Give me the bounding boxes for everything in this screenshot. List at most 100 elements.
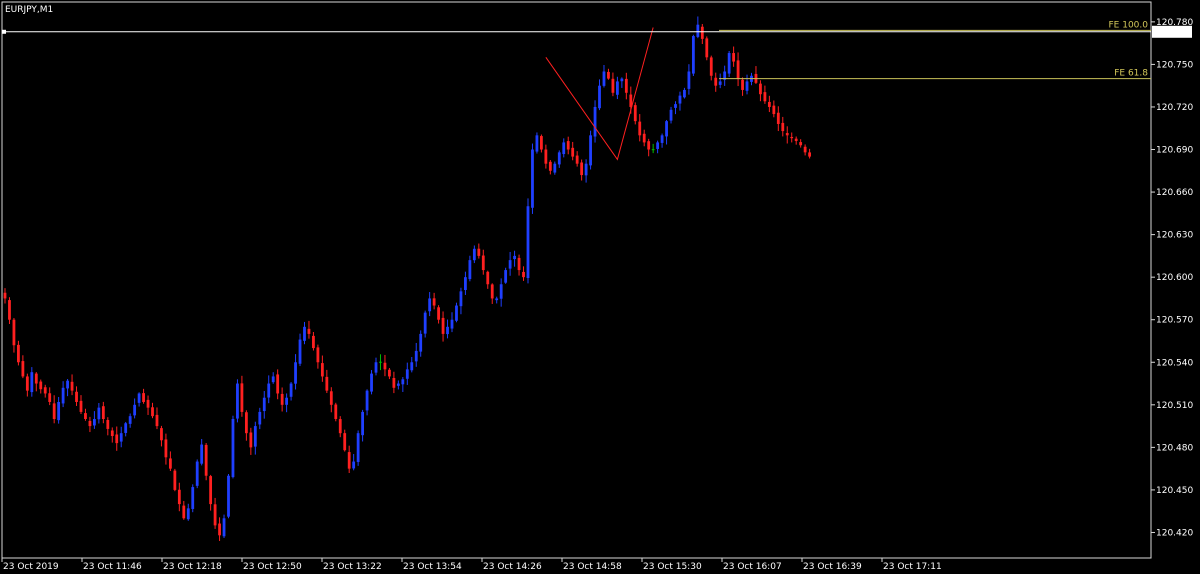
candle-body bbox=[294, 362, 297, 384]
candle-body bbox=[93, 419, 96, 426]
candle-body bbox=[370, 373, 373, 392]
candle-body bbox=[48, 393, 52, 402]
candle-body bbox=[21, 361, 25, 377]
candle-body bbox=[714, 77, 718, 86]
candle-body bbox=[638, 121, 642, 136]
candle-body bbox=[736, 60, 740, 79]
fibo-expansion[interactable]: FE 100.0 FE 61.8 bbox=[545, 0, 1151, 161]
candle-body bbox=[177, 489, 181, 505]
candle-body bbox=[191, 487, 195, 509]
candle-body bbox=[495, 298, 499, 301]
candle-body bbox=[236, 383, 239, 419]
candle-body bbox=[781, 122, 785, 132]
candle-body bbox=[25, 376, 29, 391]
time-axis[interactable]: 23 Oct 2019 23 Oct 11:46 23 Oct 12:18 23 Oc… bbox=[1, 558, 942, 572]
x-tick-label: 23 Oct 2019 bbox=[3, 562, 59, 572]
candle-body bbox=[647, 141, 651, 150]
candle-body bbox=[155, 414, 159, 427]
candle-body bbox=[329, 391, 333, 405]
candle-body bbox=[258, 411, 262, 425]
candle-body bbox=[535, 135, 539, 152]
candle-body bbox=[651, 149, 655, 151]
y-tick-label: 120.480 bbox=[1156, 443, 1193, 453]
candle-body bbox=[562, 142, 566, 155]
candle-body bbox=[70, 381, 74, 391]
candle-body bbox=[732, 53, 736, 62]
candle-body bbox=[763, 92, 767, 102]
candle-body bbox=[611, 78, 615, 93]
candle-body bbox=[204, 444, 208, 476]
candle-body bbox=[227, 475, 230, 517]
price-chart[interactable]: FE 100.0 FE 61.8 120.780120.750120.720120… bbox=[0, 0, 1200, 574]
candle-body bbox=[767, 101, 771, 107]
candle-body bbox=[231, 419, 235, 478]
candle-body bbox=[186, 508, 190, 520]
candle-body bbox=[289, 383, 293, 397]
candle-body bbox=[683, 89, 686, 98]
candle-body bbox=[674, 104, 677, 108]
candle-body bbox=[253, 426, 257, 447]
y-tick-label: 120.570 bbox=[1156, 316, 1193, 326]
candle-body bbox=[660, 135, 664, 143]
candles-layer bbox=[3, 16, 811, 541]
candle-body bbox=[580, 162, 584, 176]
candle-body bbox=[437, 307, 440, 320]
candle-body bbox=[347, 452, 351, 469]
candle-body bbox=[356, 433, 360, 462]
candle-body bbox=[30, 372, 34, 393]
candle-body bbox=[633, 105, 637, 122]
y-tick-label: 120.750 bbox=[1156, 60, 1193, 70]
candle-body bbox=[106, 420, 110, 429]
candle-body bbox=[477, 248, 481, 256]
x-tick-label: 23 Oct 14:58 bbox=[563, 562, 622, 572]
candle-body bbox=[361, 411, 364, 436]
candle-body bbox=[8, 300, 11, 320]
candle-body bbox=[66, 380, 69, 389]
candle-body bbox=[160, 428, 163, 441]
candle-body bbox=[195, 461, 199, 486]
candle-body bbox=[101, 406, 105, 419]
candle-body bbox=[79, 400, 83, 412]
candle-body bbox=[513, 255, 516, 260]
candle-body bbox=[772, 105, 776, 115]
chart-window[interactable]: FE 100.0 FE 61.8 120.780 120.750 120.720 120… bbox=[0, 0, 1200, 574]
candle-body bbox=[566, 141, 570, 150]
y-tick-label: 120.690 bbox=[1156, 146, 1193, 156]
candle-body bbox=[790, 136, 794, 139]
price-axis[interactable]: 120.780120.750120.720120.690120.660120.6… bbox=[1151, 18, 1193, 539]
candle-body bbox=[316, 347, 320, 363]
candle-body bbox=[468, 260, 472, 280]
candle-body bbox=[182, 505, 186, 519]
candle-body bbox=[615, 81, 619, 95]
candle-body bbox=[486, 271, 490, 285]
candle-body bbox=[303, 326, 306, 341]
candle-body bbox=[338, 419, 342, 434]
x-tick-label: 23 Oct 13:54 bbox=[403, 562, 462, 572]
candle-body bbox=[589, 135, 592, 166]
candle-body bbox=[727, 53, 731, 74]
candle-body bbox=[553, 163, 557, 173]
candle-body bbox=[799, 142, 803, 146]
candle-body bbox=[544, 149, 548, 164]
candle-body bbox=[43, 387, 47, 394]
candle-body bbox=[687, 71, 691, 89]
candle-body bbox=[276, 374, 280, 394]
candle-body bbox=[240, 383, 244, 412]
bid-line-marker bbox=[2, 29, 6, 34]
fibo-level-label: FE 100.0 bbox=[1109, 20, 1149, 30]
candle-body bbox=[620, 78, 624, 82]
candle-body bbox=[262, 397, 266, 412]
candle-body bbox=[607, 71, 610, 79]
fibo-level-label: FE 61.8 bbox=[1114, 69, 1148, 79]
candle-body bbox=[285, 397, 289, 405]
candle-body bbox=[401, 379, 405, 385]
candle-body bbox=[137, 393, 141, 403]
candle-body bbox=[388, 369, 391, 377]
candle-body bbox=[39, 381, 43, 390]
candle-body bbox=[776, 112, 780, 124]
candle-body bbox=[168, 458, 172, 469]
candle-body bbox=[522, 271, 525, 278]
candle-body bbox=[271, 376, 275, 383]
candle-body bbox=[142, 393, 145, 402]
x-tick-label: 23 Oct 11:46 bbox=[83, 562, 142, 572]
